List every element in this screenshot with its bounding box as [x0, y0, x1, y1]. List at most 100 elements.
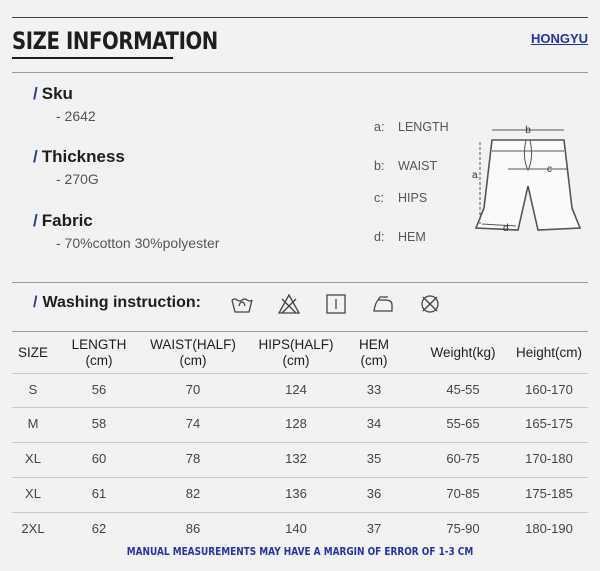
- header-divider: [12, 72, 588, 73]
- table-cell: S: [28, 382, 38, 397]
- title-underline: [12, 57, 173, 59]
- column-header-line1: Weight(kg): [430, 345, 496, 360]
- table-cell: 170-180: [525, 451, 573, 466]
- table-cell: XL: [25, 451, 41, 466]
- column-header: HIPS(HALF) (cm): [241, 337, 351, 369]
- legend-waist: b: WAIST: [374, 159, 437, 173]
- wash-divider: [12, 282, 588, 283]
- spec-label: Sku: [41, 84, 73, 103]
- table-cell: 60: [91, 451, 107, 466]
- spec-slash: /: [33, 211, 38, 230]
- table-cell: 86: [185, 521, 201, 536]
- hand-wash-icon: [231, 298, 253, 313]
- table-cell: 2XL: [21, 521, 45, 536]
- column-header-line2: (cm): [85, 353, 113, 368]
- column-header: WAIST(HALF) (cm): [138, 337, 248, 369]
- brand-link[interactable]: HONGYU: [531, 31, 588, 46]
- table-cell: M: [27, 416, 39, 431]
- spec-value: - 70%cotton 30%polyester: [56, 235, 220, 251]
- column-header-line1: HIPS(HALF): [258, 337, 334, 352]
- row-divider: [12, 512, 588, 513]
- spec-slash: /: [33, 147, 38, 166]
- row-divider: [12, 407, 588, 408]
- legend-text: LENGTH: [398, 120, 449, 134]
- table-cell: 45-55: [446, 382, 480, 397]
- column-header-line1: HEM: [359, 337, 389, 352]
- table-cell: 82: [185, 486, 201, 501]
- column-header: SIZE: [3, 345, 63, 361]
- table-cell: 62: [91, 521, 107, 536]
- legend-key: a:: [374, 120, 385, 134]
- spec-sku: / Sku - 2642: [33, 84, 96, 124]
- top-divider: [12, 17, 588, 18]
- diagram-label-d: d: [503, 223, 509, 234]
- table-cell: 55-65: [446, 416, 480, 431]
- table-cell: 75-90: [446, 521, 480, 536]
- column-header-line1: Height(cm): [515, 345, 582, 360]
- column-header: Height(cm): [504, 345, 594, 361]
- table-cell: XL: [25, 486, 41, 501]
- legend-key: b:: [374, 159, 385, 173]
- table-cell: 136: [285, 486, 307, 501]
- no-dry-clean-icon: [421, 295, 439, 313]
- table-cell: 34: [366, 416, 382, 431]
- page-title: SIZE INFORMATION: [12, 27, 218, 55]
- washing-label: Washing instruction:: [42, 294, 201, 311]
- diagram-label-c: c: [547, 164, 552, 175]
- column-header-line2: (cm): [282, 353, 310, 368]
- table-cell: 128: [285, 416, 307, 431]
- table-cell: 180-190: [525, 521, 573, 536]
- table-cell: 58: [91, 416, 107, 431]
- table-cell: 78: [185, 451, 201, 466]
- table-divider: [12, 331, 588, 332]
- table-cell: 61: [91, 486, 107, 501]
- column-header-line2: (cm): [360, 353, 388, 368]
- row-divider: [12, 477, 588, 478]
- table-cell: 36: [366, 486, 382, 501]
- spec-fabric: / Fabric - 70%cotton 30%polyester: [33, 211, 219, 251]
- row-divider: [12, 442, 588, 443]
- iron-icon: [373, 296, 393, 312]
- spec-thickness: / Thickness - 270G: [33, 147, 125, 187]
- wash-slash: /: [33, 294, 38, 311]
- column-header: LENGTH (cm): [59, 337, 139, 369]
- row-divider: [12, 373, 588, 374]
- table-cell: 74: [185, 416, 201, 431]
- table-cell: 132: [285, 451, 307, 466]
- tumble-dry-icon: [326, 294, 346, 314]
- spec-label: Fabric: [41, 211, 93, 230]
- care-icons: [230, 292, 465, 316]
- legend-text: HIPS: [398, 191, 428, 205]
- table-cell: 124: [285, 382, 307, 397]
- diagram-label-b: b: [525, 125, 531, 136]
- diagram-label-a: a: [472, 170, 478, 181]
- table-cell: 33: [366, 382, 382, 397]
- spec-value: - 2642: [56, 108, 96, 124]
- table-cell: 60-75: [446, 451, 480, 466]
- table-cell: 140: [285, 521, 307, 536]
- legend-length: a: LENGTH: [374, 120, 449, 134]
- shorts-diagram: b a c d: [472, 125, 582, 234]
- column-header: HEM (cm): [344, 337, 404, 369]
- legend-key: c:: [374, 191, 384, 205]
- table-cell: 37: [366, 521, 382, 536]
- column-header-line1: LENGTH: [71, 337, 127, 352]
- measurement-note: MANUAL MEASUREMENTS MAY HAVE A MARGIN OF…: [126, 546, 474, 558]
- legend-text: WAIST: [398, 159, 438, 173]
- legend-text: HEM: [398, 230, 426, 244]
- column-header: Weight(kg): [418, 345, 508, 361]
- table-cell: 160-170: [525, 382, 573, 397]
- column-header-line1: WAIST(HALF): [150, 337, 236, 352]
- spec-slash: /: [33, 84, 38, 103]
- table-cell: 175-185: [525, 486, 573, 501]
- table-cell: 56: [91, 382, 107, 397]
- washing-instruction: / Washing instruction:: [33, 294, 201, 312]
- table-cell: 35: [366, 451, 382, 466]
- spec-value: - 270G: [56, 171, 99, 187]
- legend-hips: c: HIPS: [374, 191, 427, 205]
- column-header-line1: SIZE: [17, 345, 48, 360]
- column-header-line2: (cm): [179, 353, 207, 368]
- table-cell: 165-175: [525, 416, 573, 431]
- spec-label: Thickness: [41, 147, 125, 166]
- table-cell: 70-85: [446, 486, 480, 501]
